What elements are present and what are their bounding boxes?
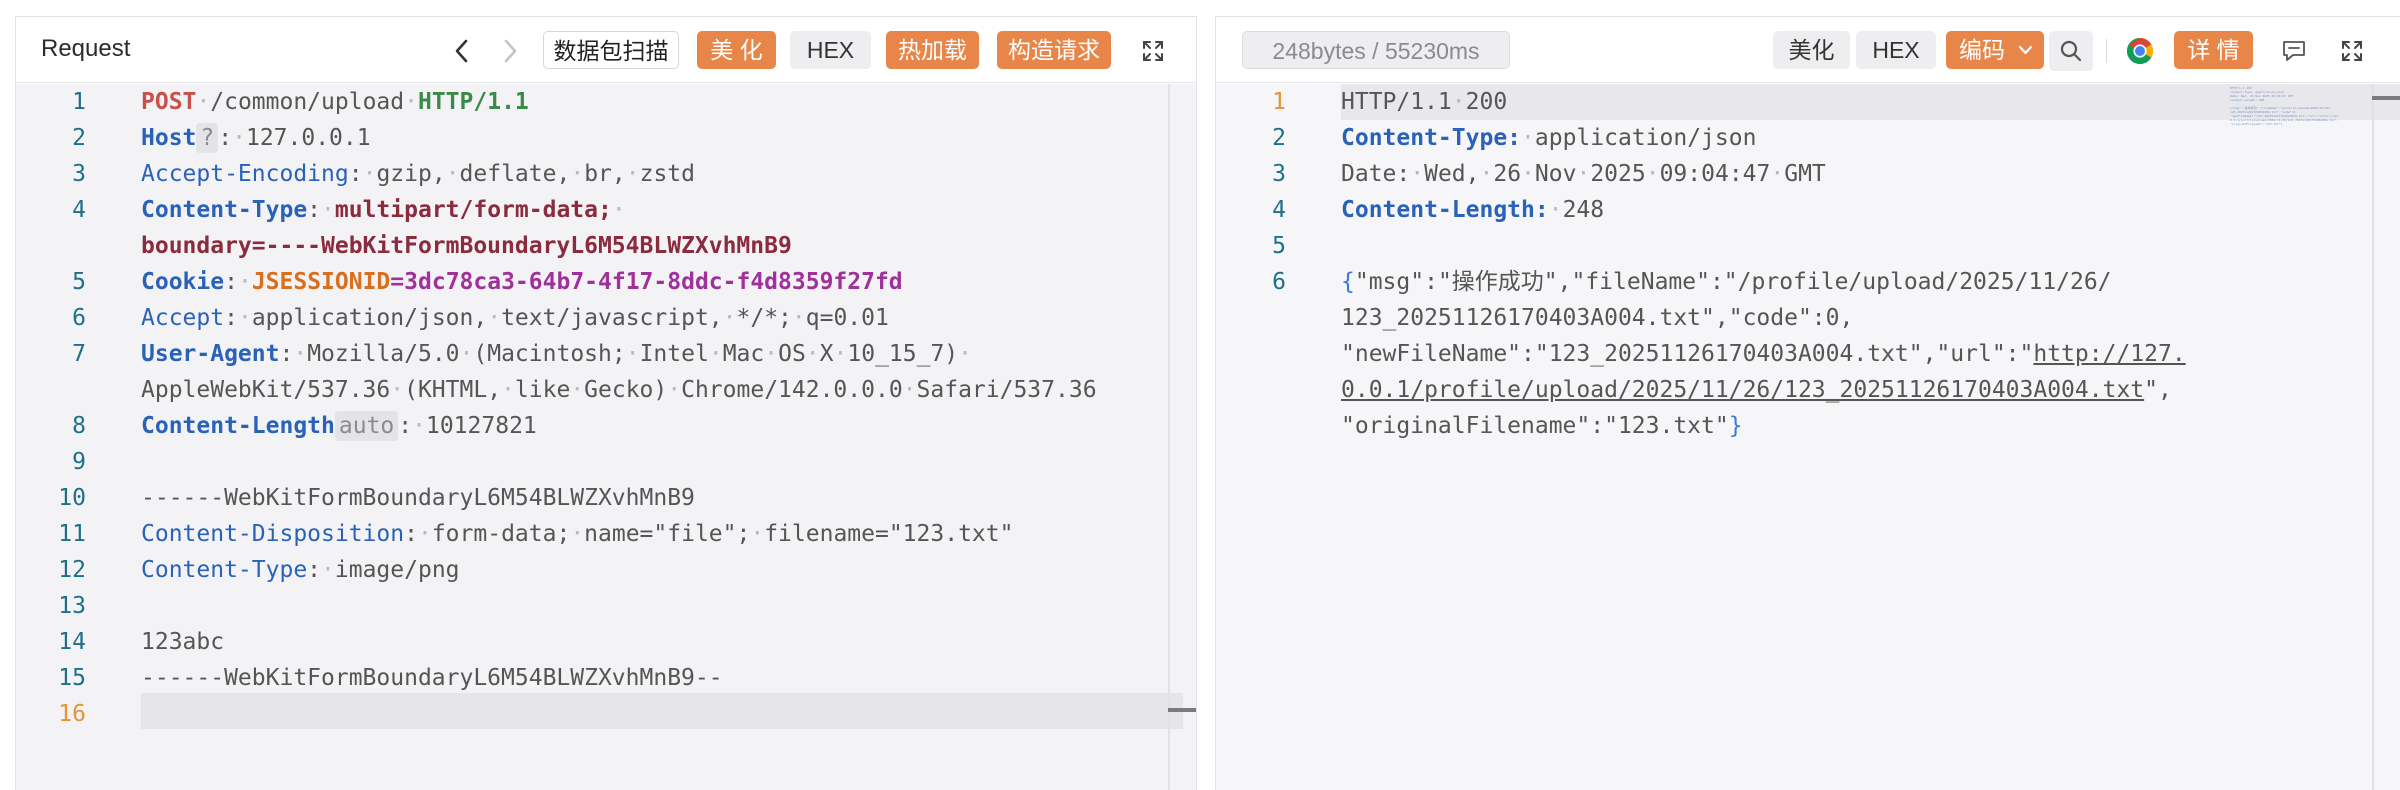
request-toolbar: Request 数据包扫描 美 化 HEX 热加载 构造请求	[16, 17, 1196, 83]
response-stats: 248bytes / 55230ms	[1242, 31, 1510, 69]
request-line: Content-Type:·multipart/form-data;·	[141, 197, 626, 223]
hex-button[interactable]: HEX	[1856, 31, 1936, 69]
request-scroll-track	[1168, 84, 1170, 790]
response-line: "newFileName":"123_20251126170403A004.tx…	[1341, 341, 2186, 367]
line-number: 5	[1272, 233, 1286, 259]
request-line: Content-Length auto:·10127821	[141, 411, 537, 441]
line-number: 15	[58, 665, 86, 691]
toolbar-divider	[2106, 39, 2107, 63]
details-button[interactable]: 详 情	[2174, 31, 2253, 69]
packet-scan-button[interactable]: 数据包扫描	[543, 31, 679, 69]
request-pane: Request 数据包扫描 美 化 HEX 热加载 构造请求 1 2 3 4 5…	[15, 16, 1197, 790]
request-line: 123abc	[141, 629, 225, 655]
line-number: 2	[72, 125, 86, 151]
response-line: 0.0.1/profile/upload/2025/11/26/123_2025…	[1341, 377, 2172, 403]
response-toolbar: 248bytes / 55230ms 美化 HEX 编码 详 情	[1216, 17, 2400, 83]
line-number: 5	[72, 269, 86, 295]
request-editor[interactable]: 1 2 3 4 5 6 7 8 9 10 11 12 13 14 15 16 P…	[16, 84, 1196, 790]
request-line: ------WebKitFormBoundaryL6M54BLWZXvhMnB9	[141, 485, 695, 511]
request-line: Cookie:·JSESSIONID=3dc78ca3-64b7-4f17-8d…	[141, 269, 903, 295]
hex-button[interactable]: HEX	[790, 31, 871, 69]
line-number: 7	[72, 341, 86, 367]
line-number: 4	[1272, 197, 1286, 223]
line-number: 6	[72, 305, 86, 331]
line-number: 11	[58, 521, 86, 547]
response-line: {"msg":"操作成功","fileName":"/profile/uploa…	[1341, 269, 2112, 295]
line-number: 1	[1272, 89, 1286, 115]
request-line: Accept-Encoding:·gzip,·deflate,·br,·zstd	[141, 161, 695, 187]
response-line: Content-Type:·application/json	[1341, 125, 1757, 151]
request-line: ------WebKitFormBoundaryL6M54BLWZXvhMnB9…	[141, 665, 723, 691]
response-pane: 248bytes / 55230ms 美化 HEX 编码 详 情 1 2 3 4…	[1215, 16, 2400, 790]
line-number: 3	[1272, 161, 1286, 187]
url-link[interactable]: http://127.	[2033, 341, 2185, 367]
line-number: 13	[58, 593, 86, 619]
beautify-button[interactable]: 美 化	[697, 31, 776, 69]
response-line: Content-Length:·248	[1341, 197, 1605, 223]
request-title: Request	[41, 35, 131, 62]
line-number: 2	[1272, 125, 1286, 151]
request-line: POST·/common/upload·HTTP/1.1	[141, 89, 529, 115]
url-link[interactable]: 0.0.1/profile/upload/2025/11/26/123_2025…	[1341, 377, 2144, 403]
hotload-button[interactable]: 热加载	[886, 31, 979, 69]
line-number: 14	[58, 629, 86, 655]
line-number: 4	[72, 197, 86, 223]
chrome-icon[interactable]	[2120, 31, 2160, 71]
line-number: 1	[72, 89, 86, 115]
request-line: Accept:·application/json,·text/javascrip…	[141, 305, 889, 331]
line-number: 9	[72, 449, 86, 475]
response-line: HTTP/1.1·200	[1341, 89, 1508, 115]
comment-icon[interactable]	[2274, 31, 2314, 71]
response-line: "originalFilename":"123.txt"}	[1341, 413, 1743, 439]
expand-icon[interactable]	[2332, 31, 2372, 71]
line-number: 16	[58, 701, 86, 727]
request-line: Content-Type:·image/png	[141, 557, 460, 583]
line-number: 12	[58, 557, 86, 583]
expand-icon[interactable]	[1133, 31, 1173, 71]
encoding-dropdown[interactable]: 编码	[1946, 31, 2044, 69]
response-line: Date:·Wed,·26·Nov·2025·09:04:47·GMT	[1341, 161, 1826, 187]
construct-request-button[interactable]: 构造请求	[997, 31, 1111, 69]
response-scrollbar[interactable]	[2372, 96, 2400, 100]
request-line: boundary=----WebKitFormBoundaryL6M54BLWZ…	[141, 233, 792, 259]
line-number: 3	[72, 161, 86, 187]
line-number: 6	[1272, 269, 1286, 295]
request-line: AppleWebKit/537.36·(KHTML,·like·Gecko)·C…	[141, 377, 1097, 403]
chevron-right-icon[interactable]	[490, 31, 530, 71]
request-line: Content-Disposition:·form-data;·name="fi…	[141, 521, 1014, 547]
encoding-label: 编码	[1959, 37, 2005, 63]
request-scrollbar[interactable]	[1168, 708, 1196, 712]
minimap[interactable]: HTTP/1.1 200 Content-Type: application/j…	[2230, 86, 2354, 136]
response-editor[interactable]: 1 2 3 4 5 6 HTTP/1.1·200 Content-Type:·a…	[1216, 84, 2400, 790]
chevron-left-icon[interactable]	[442, 31, 482, 71]
response-line: 123_20251126170403A004.txt","code":0,	[1341, 305, 1854, 331]
chevron-down-icon	[2018, 45, 2033, 55]
request-line: Host?:·127.0.0.1	[141, 123, 371, 153]
response-scroll-track	[2372, 84, 2374, 790]
beautify-button[interactable]: 美化	[1773, 31, 1850, 69]
current-line-highlight	[141, 693, 1183, 729]
request-line: User-Agent:·Mozilla/5.0·(Macintosh;·Inte…	[141, 341, 973, 367]
line-number: 10	[58, 485, 86, 511]
search-icon[interactable]	[2049, 31, 2093, 71]
line-number: 8	[72, 413, 86, 439]
